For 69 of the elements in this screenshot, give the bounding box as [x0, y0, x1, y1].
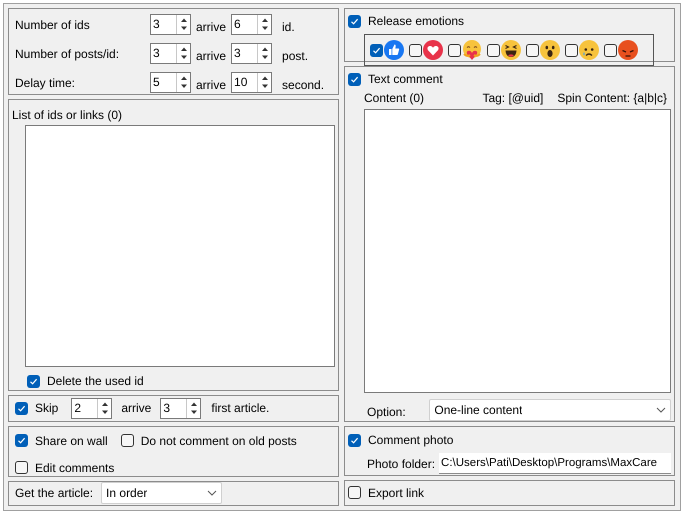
laughing-face-icon [501, 40, 521, 60]
checkbox[interactable] [487, 44, 500, 56]
checkbox[interactable] [348, 14, 361, 28]
field-label: arrive [196, 48, 226, 64]
checkbox[interactable] [27, 374, 40, 388]
field-label: arrive [196, 18, 226, 36]
checkbox[interactable] [15, 461, 28, 474]
checkbox[interactable] [120, 434, 134, 448]
number-spinner[interactable]: 2 [71, 398, 112, 419]
number-spinner[interactable]: 3 [160, 398, 202, 419]
checkbox[interactable] [348, 72, 361, 86]
check-icon [372, 46, 381, 54]
field-label: Number of posts/id: [15, 46, 120, 62]
checkbox-label: Delete the used id [47, 373, 144, 390]
hint-text: Spin Content: {a|b|c} [557, 90, 667, 107]
checkbox[interactable] [448, 44, 461, 56]
checkbox-label: Export link [368, 484, 424, 502]
checkbox[interactable] [348, 434, 361, 446]
field-label: second. [282, 76, 324, 94]
number-spinner[interactable]: 6 [231, 14, 272, 35]
field-label: post. [282, 48, 308, 64]
check-icon [17, 436, 26, 446]
section-label: Content (0) [364, 90, 424, 107]
hugging-face-icon [462, 40, 482, 60]
check-icon [350, 16, 359, 26]
checkbox[interactable] [565, 44, 578, 56]
field-label: Photo folder: [367, 456, 436, 472]
dropdown[interactable]: One-line content [429, 399, 671, 421]
number-spinner[interactable]: 5 [150, 72, 191, 93]
checkbox-label: Share on wall [35, 432, 108, 450]
surprised-face-icon [540, 40, 560, 60]
field-label: id. [282, 18, 295, 36]
number-spinner[interactable]: 10 [231, 72, 272, 93]
field-label: Delay time: [15, 74, 76, 92]
thumbs-up-icon [384, 40, 404, 60]
crying-face-icon [579, 40, 599, 60]
field-label: arrive [121, 400, 152, 418]
checkbox[interactable] [409, 44, 422, 56]
checkbox[interactable] [526, 44, 539, 56]
field-label: Option: [367, 404, 407, 420]
checkbox-label: Edit comments [35, 460, 114, 477]
chevron-down-icon [656, 407, 666, 413]
checkbox[interactable] [604, 44, 617, 56]
checkbox-label: Do not comment on old posts [140, 432, 297, 450]
checkbox-label: Skip [35, 400, 58, 418]
checkbox[interactable] [348, 486, 361, 500]
field-label: Number of ids [15, 16, 91, 34]
checkbox-label: Release emotions [368, 13, 464, 30]
check-icon [29, 376, 38, 386]
checkbox-label: Comment photo [368, 432, 454, 449]
chevron-down-icon [207, 490, 218, 496]
field-label: first article. [211, 400, 270, 418]
checkbox[interactable] [370, 44, 383, 56]
check-icon [350, 74, 359, 84]
number-spinner[interactable]: 3 [231, 43, 272, 64]
path-field[interactable]: C:\Users\Pati\Desktop\Programs\MaxCare [439, 453, 671, 474]
checkbox-label: Text comment [368, 71, 443, 88]
check-icon [17, 404, 26, 413]
check-icon [350, 436, 359, 444]
field-label: arrive [196, 76, 226, 94]
checkbox[interactable] [15, 402, 28, 415]
number-spinner[interactable]: 3 [150, 43, 191, 64]
field-label: Get the article: [15, 485, 94, 502]
number-spinner[interactable]: 3 [150, 14, 191, 35]
checkbox[interactable] [15, 434, 28, 448]
hint-text: Tag: [@uid] [482, 90, 544, 107]
section-label: List of ids or links (0) [12, 107, 124, 122]
angry-face-icon [618, 40, 638, 60]
dropdown[interactable]: In order [101, 482, 222, 504]
